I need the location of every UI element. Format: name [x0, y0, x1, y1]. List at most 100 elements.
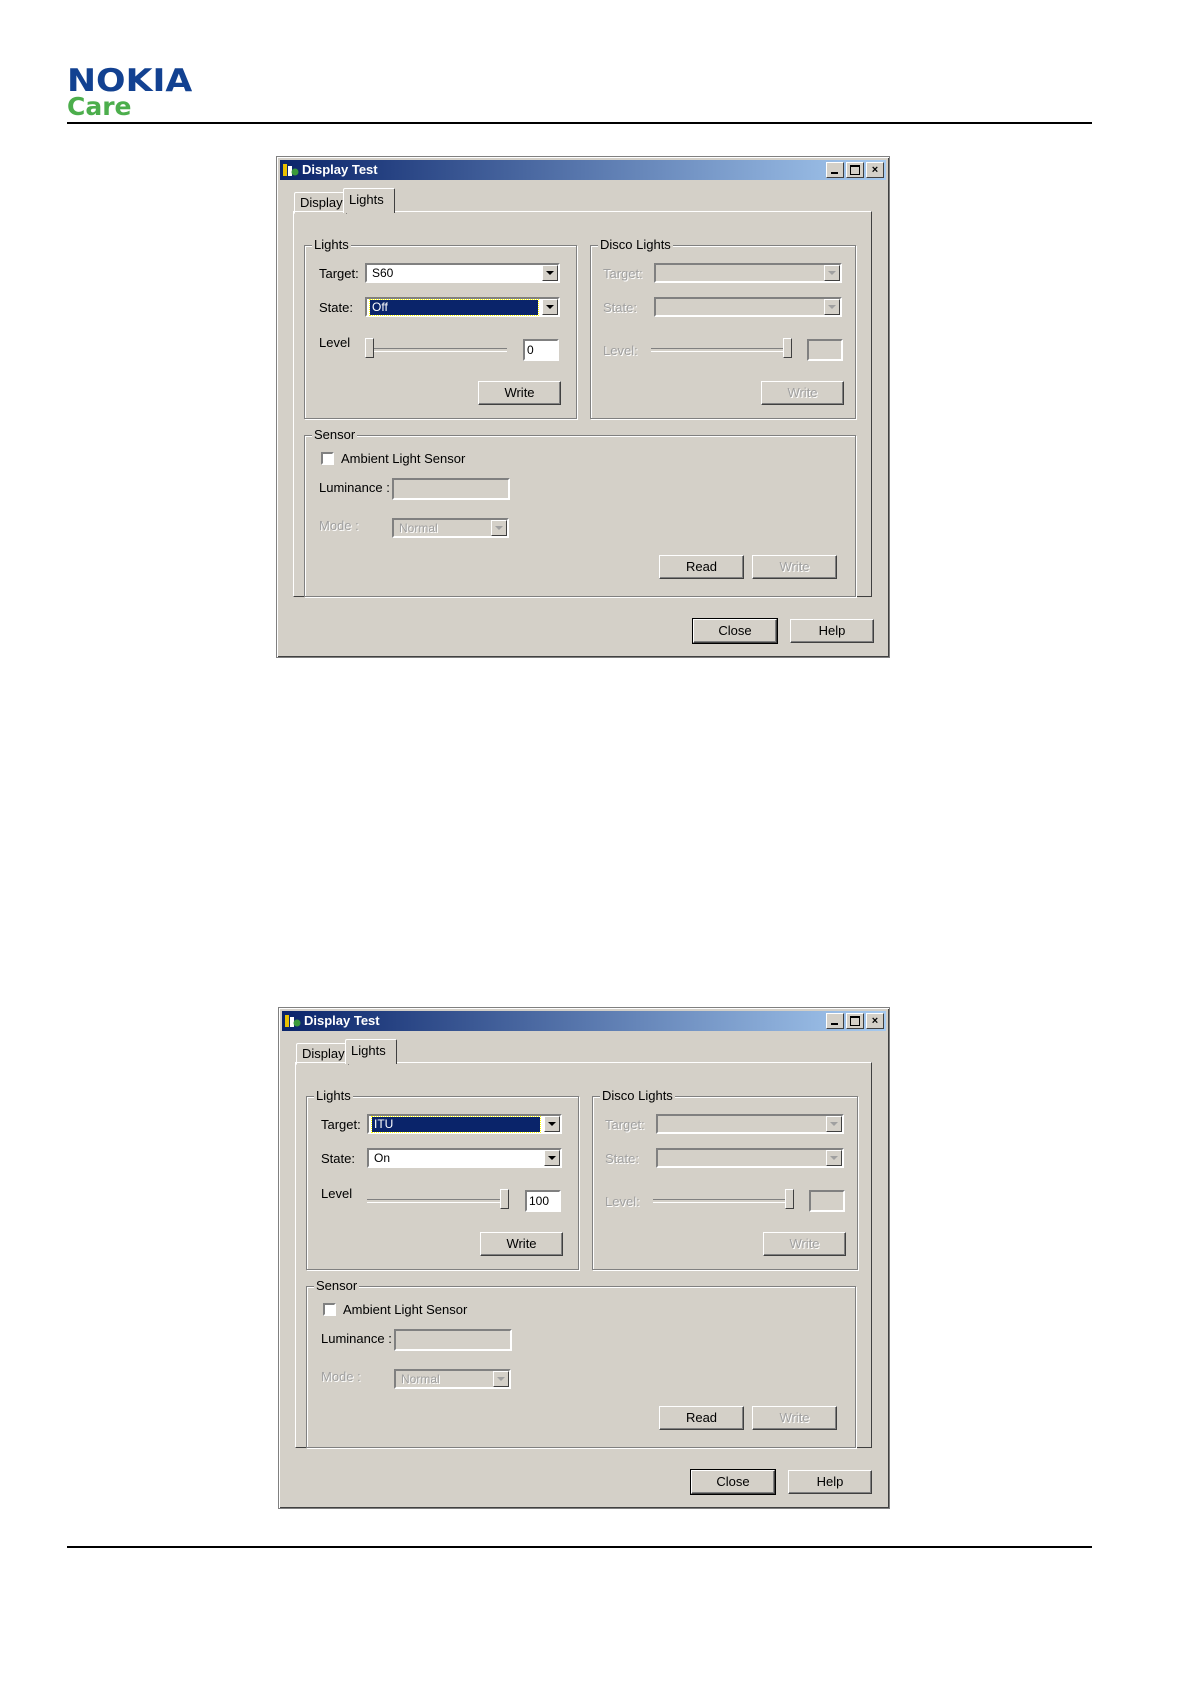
level-label: Level: [319, 335, 351, 350]
dropdown-arrow-icon: [826, 1150, 842, 1166]
disco-lights-group: Disco Lights Target: State: Level: Write: [592, 1088, 858, 1270]
disco-state-label: State:: [605, 1151, 639, 1166]
level-input[interactable]: 100: [525, 1190, 561, 1212]
ambient-light-checkbox[interactable]: [323, 1303, 336, 1316]
sensor-group-label: Sensor: [314, 1278, 360, 1293]
disco-target-label: Target:: [605, 1117, 645, 1132]
disco-level-label: Level:: [603, 343, 638, 358]
disco-level-slider-thumb: [785, 1189, 794, 1209]
state-value: Off: [369, 299, 539, 316]
tab-lights[interactable]: Lights: [345, 1039, 397, 1064]
window-title: Display Test: [302, 162, 378, 177]
dropdown-arrow-icon: [826, 1116, 842, 1132]
dropdown-arrow-icon: [824, 265, 840, 281]
window-title: Display Test: [304, 1013, 380, 1028]
mode-select: Normal: [392, 518, 509, 538]
dropdown-arrow-icon[interactable]: [544, 1116, 560, 1132]
dropdown-arrow-icon[interactable]: [544, 1150, 560, 1166]
target-label: Target:: [319, 266, 359, 281]
state-select[interactable]: Off: [365, 297, 560, 317]
mode-value: Normal: [399, 521, 438, 535]
state-value: On: [374, 1151, 391, 1165]
dropdown-arrow-icon: [491, 520, 507, 536]
header-divider: [67, 122, 1092, 124]
dropdown-arrow-icon: [493, 1371, 509, 1387]
disco-level-slider-track: [651, 348, 791, 352]
ambient-light-label[interactable]: Ambient Light Sensor: [341, 451, 465, 466]
mode-label: Mode :: [319, 518, 359, 533]
minimize-icon[interactable]: [826, 162, 844, 178]
disco-state-select: [656, 1148, 844, 1168]
sensor-read-button[interactable]: Read: [659, 1406, 744, 1430]
help-button[interactable]: Help: [788, 1470, 872, 1494]
sensor-write-button: Write: [752, 1406, 837, 1430]
disco-state-select: [654, 297, 842, 317]
lights-group-label: Lights: [312, 237, 351, 252]
level-label: Level: [321, 1186, 353, 1201]
level-slider-thumb[interactable]: [500, 1189, 509, 1209]
display-test-window: Display Test × Display Lights Lights Tar…: [278, 1007, 890, 1509]
app-icon: [283, 164, 299, 176]
disco-target-label: Target:: [603, 266, 643, 281]
luminance-label: Luminance :: [321, 1331, 392, 1346]
close-button[interactable]: Close: [692, 618, 778, 644]
lights-write-button[interactable]: Write: [478, 381, 561, 405]
title-bar[interactable]: Display Test ×: [280, 160, 886, 180]
disco-target-select: [654, 263, 842, 283]
sensor-write-button: Write: [752, 555, 837, 579]
target-value: ITU: [371, 1116, 541, 1133]
disco-level-input: [809, 1190, 845, 1212]
ambient-light-checkbox[interactable]: [321, 452, 334, 465]
mode-value: Normal: [401, 1372, 440, 1386]
title-bar[interactable]: Display Test ×: [282, 1011, 886, 1031]
tab-lights[interactable]: Lights: [343, 188, 395, 213]
footer-divider: [67, 1546, 1092, 1548]
window-controls: ×: [824, 162, 884, 178]
lights-group: Lights Target: ITU State: On Level 100 W…: [306, 1088, 579, 1270]
level-slider-track[interactable]: [367, 348, 507, 352]
target-value: S60: [372, 266, 394, 280]
target-select[interactable]: ITU: [367, 1114, 562, 1134]
maximize-icon[interactable]: [846, 162, 864, 178]
sensor-group-label: Sensor: [312, 427, 358, 442]
window-controls: ×: [824, 1013, 884, 1029]
mode-label: Mode :: [321, 1369, 361, 1384]
disco-state-label: State:: [603, 300, 637, 315]
sensor-read-button[interactable]: Read: [659, 555, 744, 579]
state-label: State:: [319, 300, 353, 315]
disco-lights-group: Disco Lights Target: State: Level: Write: [590, 237, 856, 419]
help-button[interactable]: Help: [790, 619, 874, 643]
luminance-label: Luminance :: [319, 480, 390, 495]
app-icon: [285, 1015, 301, 1027]
level-input[interactable]: 0: [523, 339, 559, 361]
mode-select: Normal: [394, 1369, 511, 1389]
dropdown-arrow-icon[interactable]: [542, 299, 558, 315]
target-select[interactable]: S60: [365, 263, 560, 283]
disco-level-slider-track: [653, 1199, 793, 1203]
disco-write-button: Write: [763, 1232, 846, 1256]
dropdown-arrow-icon: [824, 299, 840, 315]
close-button[interactable]: Close: [690, 1469, 776, 1495]
level-slider-thumb[interactable]: [365, 338, 374, 358]
maximize-icon[interactable]: [846, 1013, 864, 1029]
lights-group-label: Lights: [314, 1088, 353, 1103]
brand-subname: Care: [67, 92, 132, 121]
dropdown-arrow-icon[interactable]: [542, 265, 558, 281]
sensor-group: Sensor Ambient Light Sensor Luminance : …: [304, 427, 856, 597]
state-select[interactable]: On: [367, 1148, 562, 1168]
target-label: Target:: [321, 1117, 361, 1132]
luminance-field: [392, 478, 510, 500]
disco-level-slider-thumb: [783, 338, 792, 358]
disco-level-label: Level:: [605, 1194, 640, 1209]
minimize-icon[interactable]: [826, 1013, 844, 1029]
sensor-group: Sensor Ambient Light Sensor Luminance : …: [306, 1278, 856, 1448]
close-icon[interactable]: ×: [866, 162, 884, 178]
close-icon[interactable]: ×: [866, 1013, 884, 1029]
level-slider-track[interactable]: [367, 1199, 507, 1203]
luminance-field: [394, 1329, 512, 1351]
lights-write-button[interactable]: Write: [480, 1232, 563, 1256]
disco-group-label: Disco Lights: [598, 237, 673, 252]
lights-group: Lights Target: S60 State: Off Level 0 Wr…: [304, 237, 577, 419]
ambient-light-label[interactable]: Ambient Light Sensor: [343, 1302, 467, 1317]
disco-group-label: Disco Lights: [600, 1088, 675, 1103]
